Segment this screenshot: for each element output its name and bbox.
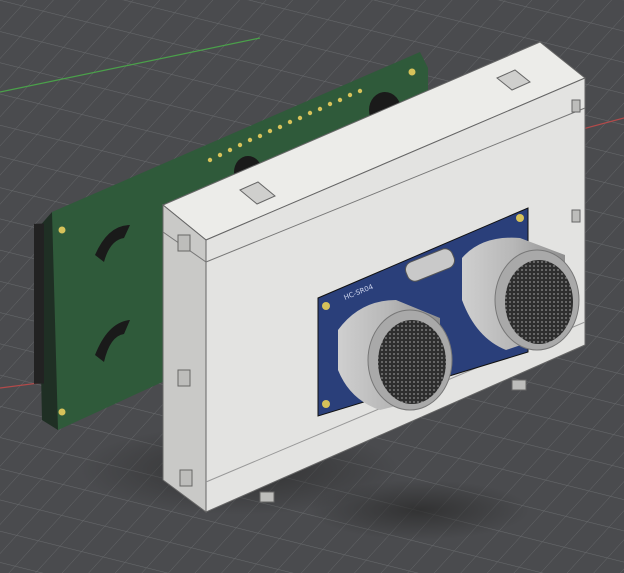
cad-viewport[interactable]: HC-SR04 (0, 0, 624, 573)
shadow (310, 480, 530, 540)
transducer-left (338, 300, 453, 411)
cad-model-render: HC-SR04 (0, 0, 624, 573)
